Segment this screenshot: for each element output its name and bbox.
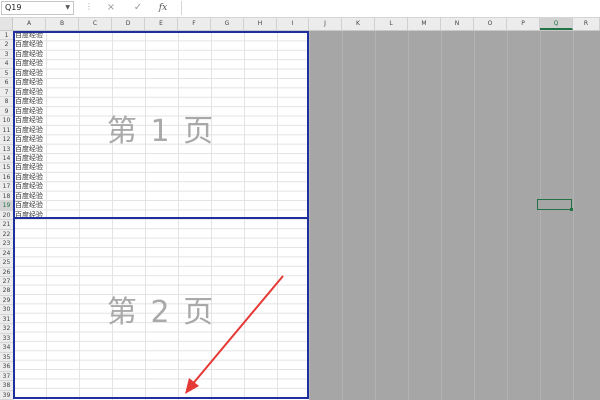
annotation-arrow [185, 275, 284, 394]
